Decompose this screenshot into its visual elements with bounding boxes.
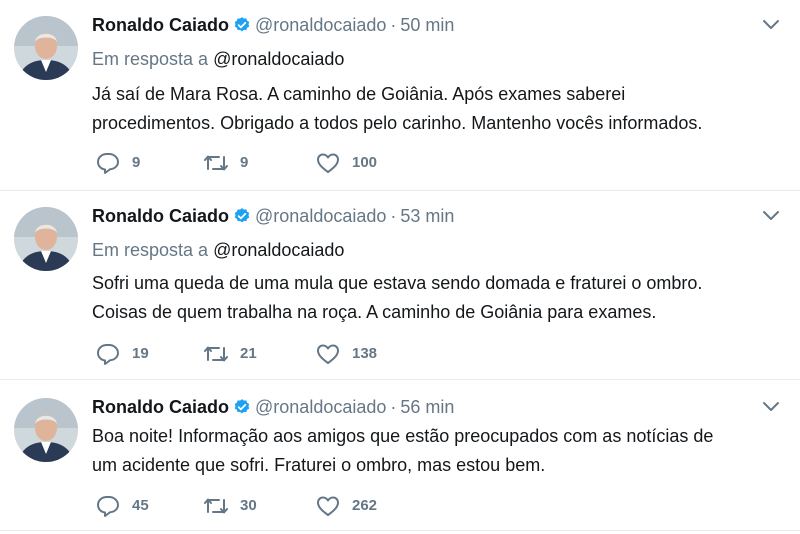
tweet[interactable]: Ronaldo Caiado @ronaldocaiado · 53 min Em r…: [0, 191, 800, 380]
reply-count: 45: [132, 497, 149, 514]
tweet-text-line: Sofri uma queda de uma mula que estava s…: [92, 273, 703, 293]
avatar[interactable]: [14, 16, 78, 80]
verified-badge-icon: [234, 208, 250, 223]
reply-count: 9: [132, 154, 141, 171]
tweet-text-line: Já saí de Mara Rosa. A caminho de Goiâni…: [92, 84, 626, 104]
handle[interactable]: @ronaldocaiado: [255, 15, 386, 35]
timestamp[interactable]: 50 min: [400, 15, 454, 35]
reply-button[interactable]: 9: [96, 150, 140, 176]
separator: ·: [390, 206, 397, 226]
retweet-icon: [204, 498, 228, 514]
like-button[interactable]: 262: [316, 493, 377, 519]
reply-prefix: Em resposta a: [92, 240, 209, 260]
reply-button[interactable]: 19: [96, 341, 149, 367]
tweet-divider: [0, 530, 800, 531]
like-count: 100: [352, 154, 378, 171]
tweet-text-line: Boa noite! Informação aos amigos que est…: [92, 426, 714, 446]
tweet[interactable]: Ronaldo Caiado @ronaldocaiado · 56 min Boa …: [0, 380, 800, 534]
reply-icon: [97, 344, 119, 365]
display-name[interactable]: Ronaldo Caiado: [92, 15, 229, 35]
reply-mention-link[interactable]: @ronaldocaiado: [213, 240, 344, 260]
tweet-text: Sofri uma queda de uma mula que estava s…: [92, 269, 782, 327]
retweet-count: 9: [240, 154, 249, 171]
tweet-header: Ronaldo Caiado @ronaldocaiado · 53 min: [92, 203, 454, 229]
like-icon: [317, 496, 339, 516]
reply-context: Em resposta a @ronaldocaiado: [92, 46, 344, 72]
separator: ·: [390, 397, 397, 417]
reply-button[interactable]: 45: [96, 493, 149, 519]
reply-icon: [97, 153, 119, 174]
tweet[interactable]: Ronaldo Caiado @ronaldocaiado · 50 min Em r…: [0, 0, 800, 191]
like-count: 138: [352, 345, 378, 362]
avatar[interactable]: [14, 207, 78, 271]
display-name[interactable]: Ronaldo Caiado: [92, 397, 229, 417]
handle[interactable]: @ronaldocaiado: [255, 397, 386, 417]
tweet-text-line: procedimentos. Obrigado a todos pelo car…: [92, 113, 703, 133]
chevron-down-icon[interactable]: [762, 19, 780, 31]
like-count: 262: [352, 497, 378, 514]
tweet-text-line: Coisas de quem trabalha na roça. A camin…: [92, 302, 657, 322]
avatar[interactable]: [14, 398, 78, 462]
tweet-text: Boa noite! Informação aos amigos que est…: [92, 422, 782, 480]
retweet-button[interactable]: 9: [204, 150, 248, 176]
timestamp[interactable]: 56 min: [400, 397, 454, 417]
handle[interactable]: @ronaldocaiado: [255, 206, 386, 226]
like-icon: [317, 153, 339, 173]
verified-badge-icon: [234, 17, 250, 32]
retweet-count: 30: [240, 497, 257, 514]
tweet-text: Já saí de Mara Rosa. A caminho de Goiâni…: [92, 80, 782, 138]
like-icon: [317, 344, 339, 364]
retweet-button[interactable]: 21: [204, 341, 257, 367]
display-name[interactable]: Ronaldo Caiado: [92, 206, 229, 226]
reply-prefix: Em resposta a: [92, 49, 209, 69]
retweet-icon: [204, 155, 228, 171]
verified-badge-icon: [234, 399, 250, 414]
like-button[interactable]: 100: [316, 150, 377, 176]
retweet-button[interactable]: 30: [204, 493, 257, 519]
tweet-header: Ronaldo Caiado @ronaldocaiado · 50 min: [92, 12, 454, 38]
retweet-count: 21: [240, 345, 257, 362]
retweet-icon: [204, 346, 228, 362]
separator: ·: [390, 15, 397, 35]
chevron-down-icon[interactable]: [762, 210, 780, 222]
reply-mention-link[interactable]: @ronaldocaiado: [213, 49, 344, 69]
reply-count: 19: [132, 345, 149, 362]
chevron-down-icon[interactable]: [762, 401, 780, 413]
like-button[interactable]: 138: [316, 341, 377, 367]
reply-context: Em resposta a @ronaldocaiado: [92, 237, 344, 263]
reply-icon: [97, 496, 119, 517]
tweet-header: Ronaldo Caiado @ronaldocaiado · 56 min: [92, 394, 454, 420]
tweet-text-line: um acidente que sofri. Fraturei o ombro,…: [92, 455, 546, 475]
timestamp[interactable]: 53 min: [400, 206, 454, 226]
